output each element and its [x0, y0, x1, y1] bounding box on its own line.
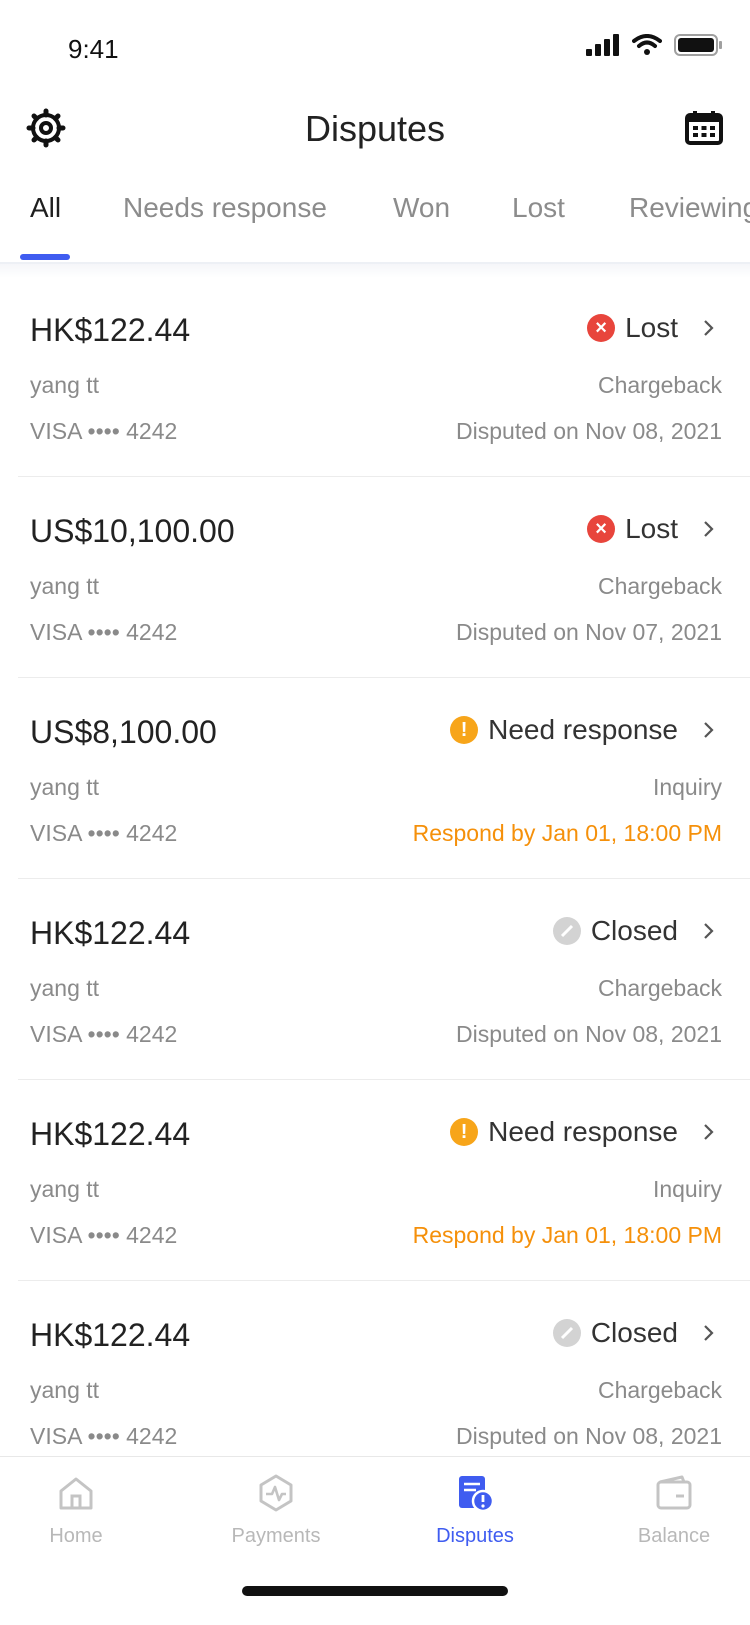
card-info: VISA •••• 4242: [30, 1222, 178, 1248]
customer-name: yang tt: [30, 774, 100, 800]
dispute-date: Disputed on Nov 08, 2021: [456, 1021, 722, 1047]
dispute-type: Inquiry: [652, 1176, 722, 1202]
status-icons: [586, 34, 722, 56]
status-label: Need response: [488, 714, 678, 745]
dispute-row[interactable]: HK$122.44 Closed yang tt Chargeback VISA…: [18, 879, 750, 1080]
nav-disputes[interactable]: Disputes: [405, 1473, 545, 1548]
card-info: VISA •••• 4242: [30, 1423, 178, 1449]
payments-icon: [259, 1474, 293, 1512]
lost-icon: ×: [587, 314, 616, 342]
dispute-amount: HK$122.44: [30, 1317, 191, 1353]
status-bar: 9:41: [0, 0, 750, 90]
nav-label: Payments: [231, 1525, 321, 1547]
dispute-row[interactable]: HK$122.44 Closed yang tt Chargeback VISA…: [18, 1281, 750, 1458]
dispute-type: Inquiry: [652, 774, 722, 800]
nav-label: Disputes: [436, 1525, 514, 1547]
chevron-right-icon: [704, 1325, 714, 1341]
signal-icon: [586, 34, 619, 56]
nav-label: Home: [49, 1525, 103, 1547]
calendar-icon[interactable]: [684, 108, 724, 148]
tab-needs-response[interactable]: Needs response: [123, 192, 327, 224]
customer-name: yang tt: [30, 372, 100, 398]
dispute-status: ! Need response: [450, 714, 718, 746]
dispute-status: Closed: [552, 1317, 718, 1349]
dispute-date: Disputed on Nov 08, 2021: [456, 418, 722, 444]
chevron-right-icon: [704, 521, 714, 537]
dispute-row[interactable]: US$8,100.00 ! Need response yang tt Inqu…: [18, 678, 750, 879]
dispute-type: Chargeback: [597, 1377, 722, 1403]
dispute-row[interactable]: HK$122.44 × Lost yang tt Chargeback VISA…: [18, 276, 750, 477]
lost-icon: ×: [587, 515, 616, 543]
nav-home[interactable]: Home: [6, 1473, 146, 1548]
respond-by-date: Respond by Jan 01, 18:00 PM: [412, 1222, 722, 1248]
customer-name: yang tt: [30, 1176, 100, 1202]
tab-won[interactable]: Won: [393, 192, 450, 224]
dispute-status: × Lost: [587, 312, 718, 344]
status-time: 9:41: [68, 34, 119, 64]
active-tab-indicator: [20, 254, 70, 260]
home-indicator: [242, 1586, 508, 1596]
closed-icon: [552, 1319, 581, 1347]
nav-label: Balance: [637, 1525, 711, 1547]
chevron-right-icon: [704, 1124, 714, 1140]
card-info: VISA •••• 4242: [30, 418, 178, 444]
status-label: Need response: [488, 1116, 678, 1147]
warning-icon: !: [450, 716, 479, 744]
nav-payments[interactable]: Payments: [206, 1473, 346, 1548]
warning-icon: !: [450, 1118, 479, 1146]
home-icon: [59, 1477, 93, 1510]
dispute-amount: US$8,100.00: [30, 714, 217, 750]
dispute-date: Disputed on Nov 08, 2021: [456, 1423, 722, 1449]
status-label: Lost: [625, 312, 678, 343]
dispute-status: × Lost: [587, 513, 718, 545]
chevron-right-icon: [704, 923, 714, 939]
card-info: VISA •••• 4242: [30, 820, 178, 846]
dispute-type: Chargeback: [597, 975, 722, 1001]
respond-by-date: Respond by Jan 01, 18:00 PM: [412, 820, 722, 846]
dispute-row[interactable]: HK$122.44 ! Need response yang tt Inquir…: [18, 1080, 750, 1281]
bottom-nav: Home Payments Disputes Balance: [0, 1456, 750, 1625]
nav-balance[interactable]: Balance: [604, 1473, 744, 1548]
wallet-icon: [656, 1475, 692, 1510]
dispute-type: Chargeback: [597, 573, 722, 599]
disputes-icon: [459, 1476, 495, 1513]
status-label: Lost: [625, 513, 678, 544]
tab-lost[interactable]: Lost: [512, 192, 565, 224]
customer-name: yang tt: [30, 573, 100, 599]
header: Disputes: [0, 90, 750, 170]
dispute-amount: HK$122.44: [30, 312, 191, 348]
chevron-right-icon: [704, 722, 714, 738]
dispute-row[interactable]: US$10,100.00 × Lost yang tt Chargeback V…: [18, 477, 750, 678]
customer-name: yang tt: [30, 1377, 100, 1403]
battery-icon: [674, 34, 722, 56]
dispute-type: Chargeback: [597, 372, 722, 398]
dispute-amount: HK$122.44: [30, 915, 191, 951]
status-label: Closed: [590, 915, 678, 946]
dispute-date: Disputed on Nov 07, 2021: [456, 619, 722, 645]
tab-all[interactable]: All: [30, 192, 61, 224]
closed-icon: [552, 917, 581, 945]
status-label: Closed: [590, 1317, 678, 1348]
dispute-status: Closed: [552, 915, 718, 947]
dispute-status: ! Need response: [450, 1116, 718, 1148]
tab-reviewing[interactable]: Reviewing: [629, 192, 750, 224]
dispute-amount: US$10,100.00: [30, 513, 235, 549]
wifi-icon: [632, 34, 662, 55]
customer-name: yang tt: [30, 975, 100, 1001]
chevron-right-icon: [704, 320, 714, 336]
card-info: VISA •••• 4242: [30, 1021, 178, 1047]
tab-bar: All Needs response Won Lost Reviewing: [0, 180, 750, 264]
card-info: VISA •••• 4242: [30, 619, 178, 645]
page-title: Disputes: [304, 108, 446, 149]
dispute-list: HK$122.44 × Lost yang tt Chargeback VISA…: [0, 276, 750, 1458]
dispute-amount: HK$122.44: [30, 1116, 191, 1152]
